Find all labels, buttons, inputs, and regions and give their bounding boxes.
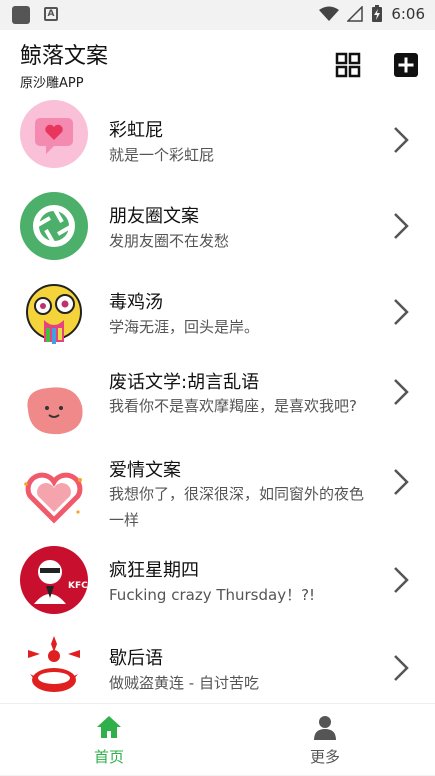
tab-more-label: 更多 [309, 748, 340, 766]
heart-chat-icon [20, 100, 88, 168]
item-desc: 学海无涯，回头是岸。 [109, 318, 260, 336]
item-title: 毒鸡汤 [109, 292, 163, 313]
user-icon [314, 716, 336, 740]
item-desc: 我看你不是喜欢摩羯座，是喜欢我吧? [109, 397, 357, 415]
chevron-right-icon [394, 567, 409, 593]
list-item[interactable]: 彩虹屁 就是一个彩虹屁 [0, 98, 435, 184]
chevron-right-icon [394, 655, 409, 681]
battery-charging-icon [372, 5, 383, 22]
blob-face-icon [27, 387, 83, 435]
wifi-icon [319, 6, 340, 21]
list-item[interactable]: 歇后语 做贼盗黄连 - 自讨苦吃 [0, 628, 435, 703]
item-desc: 就是一个彩虹屁 [109, 146, 215, 164]
crazy-face-icon [26, 284, 82, 344]
clown-face-icon [28, 636, 80, 692]
grid-view-button[interactable] [335, 52, 361, 78]
bottom-tab-bar: 首页 更多 [0, 703, 435, 775]
heart-outline-icon [24, 472, 83, 524]
item-title: 彩虹屁 [109, 120, 163, 141]
category-list: 彩虹屁 就是一个彩虹屁 朋友圈文案 发朋友圈不在发愁 毒鸡汤 学海无涯，回头是岸… [0, 98, 435, 703]
aperture-icon [20, 192, 88, 260]
item-desc: 我想你了，很深很深，如同窗外的夜色一样 [109, 485, 365, 529]
tab-more[interactable]: 更多 [275, 704, 375, 776]
item-title: 废话文学:胡言乱语 [109, 372, 260, 393]
notification-a-icon: A [44, 7, 58, 21]
add-button[interactable] [393, 52, 419, 78]
status-time: 6:06 [391, 5, 425, 23]
list-item[interactable]: 毒鸡汤 学海无涯，回头是岸。 [0, 270, 435, 356]
signal-icon [347, 6, 364, 22]
grid-icon [335, 52, 361, 78]
list-item[interactable]: 爱情文案 我想你了，很深很深，如同窗外的夜色一样 [0, 448, 435, 540]
home-icon [97, 716, 121, 738]
item-title: 疯狂星期四 [109, 560, 199, 581]
svg-text:KFC: KFC [68, 581, 88, 591]
tab-home[interactable]: 首页 [59, 704, 159, 776]
chevron-right-icon [394, 379, 409, 405]
plus-square-icon [394, 53, 418, 77]
app-subtitle: 原沙雕APP [20, 76, 84, 91]
chevron-right-icon [394, 469, 409, 495]
item-title: 爱情文案 [109, 460, 181, 481]
app-title: 鲸落文案 [20, 44, 109, 69]
chevron-right-icon [394, 299, 409, 325]
item-desc: Fucking crazy Thursday！?! [109, 586, 316, 604]
app-header: 鲸落文案 原沙雕APP [0, 30, 435, 98]
item-desc: 发朋友圈不在发愁 [109, 232, 230, 250]
status-bar: A 6:06 [0, 0, 435, 30]
item-title: 歇后语 [109, 648, 163, 669]
tab-home-label: 首页 [93, 748, 124, 766]
item-title: 朋友圈文案 [109, 206, 199, 227]
list-item[interactable]: KFC 疯狂星期四 Fucking crazy Thursday！?! [0, 540, 435, 628]
chevron-right-icon [394, 127, 409, 153]
kfc-colonel-icon: KFC [20, 546, 88, 614]
chevron-right-icon [394, 213, 409, 239]
list-item[interactable]: 朋友圈文案 发朋友圈不在发愁 [0, 184, 435, 270]
list-item[interactable]: 废话文学:胡言乱语 我看你不是喜欢摩羯座，是喜欢我吧? [0, 356, 435, 448]
notification-square-icon [12, 6, 30, 24]
item-desc: 做贼盗黄连 - 自讨苦吃 [109, 674, 259, 692]
